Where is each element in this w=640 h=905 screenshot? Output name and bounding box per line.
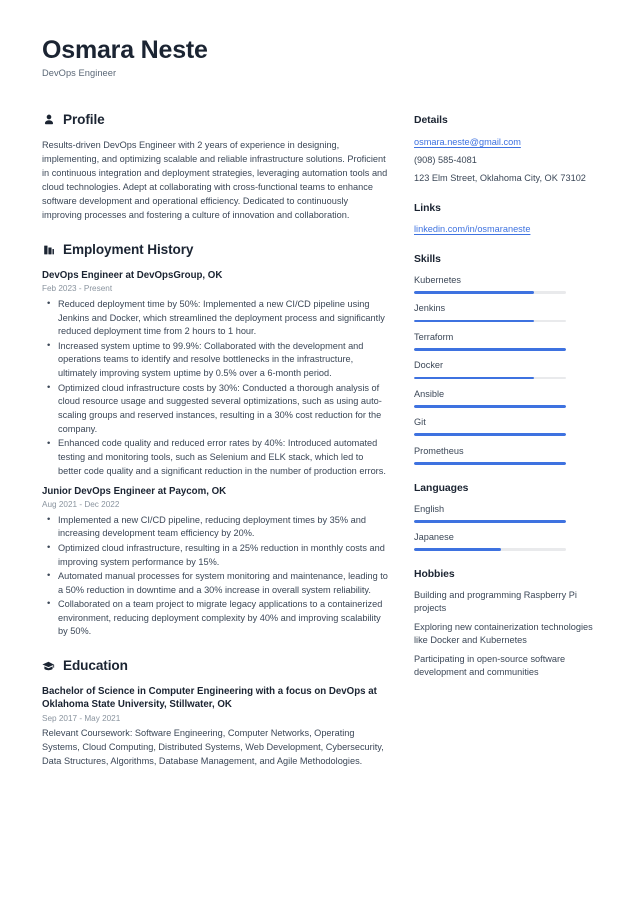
job-bullet: Optimized cloud infrastructure, resultin… xyxy=(42,541,388,570)
education-entry: Bachelor of Science in Computer Engineer… xyxy=(42,685,388,768)
language-item: Japanese xyxy=(414,531,608,551)
skill-bar-track xyxy=(414,376,566,380)
job-bullet: Optimized cloud infrastructure costs by … xyxy=(42,381,388,437)
profile-heading: Profile xyxy=(42,110,388,130)
skill-bar-track xyxy=(414,291,566,294)
employment-heading: Employment History xyxy=(42,240,388,260)
job-date: Aug 2021 - Dec 2022 xyxy=(42,500,120,510)
degree-note: Relevant Coursework: Software Engineerin… xyxy=(42,728,384,766)
job-bullet: Increased system uptime to 99.9%: Collab… xyxy=(42,339,388,381)
skill-bar-fill xyxy=(414,348,566,351)
employment-title: Employment History xyxy=(63,242,194,258)
skill-bar-track xyxy=(414,405,566,408)
skill-label: Jenkins xyxy=(414,303,446,314)
section-employment: Employment History DevOps Engineer at De… xyxy=(42,240,388,639)
hobby-item: Building and programming Raspberry Pi pr… xyxy=(414,590,577,614)
skill-bar-track xyxy=(414,461,566,465)
candidate-job-title: DevOps Engineer xyxy=(42,68,117,78)
briefcase-icon xyxy=(42,243,55,257)
skill-label: Prometheus xyxy=(414,445,464,456)
languages-title: Languages xyxy=(414,482,469,494)
skill-label: Git xyxy=(414,417,426,428)
user-icon xyxy=(42,113,55,127)
skill-bar-fill xyxy=(414,405,566,408)
skill-label: Terraform xyxy=(414,331,454,342)
profile-title: Profile xyxy=(63,112,105,128)
education-heading: Education xyxy=(42,656,388,676)
profile-text: Results-driven DevOps Engineer with 2 ye… xyxy=(42,140,388,221)
address-line: 123 Elm Street, Oklahoma City, OK 73102 xyxy=(414,172,586,183)
language-bar-track xyxy=(414,548,566,551)
degree-date: Sep 2017 - May 2021 xyxy=(42,713,121,723)
skill-item: Kubernetes xyxy=(414,274,608,294)
skill-item: Git xyxy=(414,416,608,437)
skill-bar-track xyxy=(414,319,566,323)
job-bullet: Collaborated on a team project to migrat… xyxy=(42,597,388,639)
language-label: Japanese xyxy=(414,532,454,543)
skill-bar-track xyxy=(414,433,566,437)
job-bullet-list: Reduced deployment time by 50%: Implemen… xyxy=(42,297,388,479)
graduation-cap-icon xyxy=(42,659,55,673)
email-line: osmara.neste@gmail.com xyxy=(414,136,608,149)
skill-bar-fill xyxy=(414,433,566,437)
resume-columns: Profile Results-driven DevOps Engineer w… xyxy=(42,110,608,785)
main-column: Profile Results-driven DevOps Engineer w… xyxy=(42,110,414,785)
email-link[interactable]: osmara.neste@gmail.com xyxy=(414,136,521,149)
sidebar-skills: Skills Kubernetes Jenkins Terraform Dock… xyxy=(414,252,608,465)
skill-bar-fill xyxy=(414,319,535,323)
skill-item: Ansible xyxy=(414,388,608,408)
skill-bar-fill xyxy=(414,376,535,380)
skill-bar-fill xyxy=(414,291,535,294)
job-title: DevOps Engineer at DevOpsGroup, OK xyxy=(42,269,223,281)
job-bullet-list: Implemented a new CI/CD pipeline, reduci… xyxy=(42,513,388,640)
skill-item: Docker xyxy=(414,359,608,380)
sidebar-hobbies: Hobbies Building and programming Raspber… xyxy=(414,567,608,679)
language-bar-fill xyxy=(414,548,501,551)
linkedin-link[interactable]: linkedin.com/in/osmaraneste xyxy=(414,223,530,236)
skill-label: Docker xyxy=(414,360,444,371)
sidebar-column: Details osmara.neste@gmail.com (908) 585… xyxy=(414,110,608,695)
skill-item: Jenkins xyxy=(414,302,608,323)
language-item: English xyxy=(414,503,608,523)
hobby-item: Exploring new containerization technolog… xyxy=(414,622,593,646)
job-bullet: Enhanced code quality and reduced error … xyxy=(42,437,388,478)
details-title: Details xyxy=(414,115,448,127)
job-bullet: Automated manual processes for system mo… xyxy=(42,569,388,598)
skills-title: Skills xyxy=(414,253,441,265)
job-bullet: Reduced deployment time by 50%: Implemen… xyxy=(42,297,388,339)
links-title: Links xyxy=(414,202,441,214)
sidebar-languages: Languages English Japanese xyxy=(414,481,608,551)
resume-page: Osmara Neste DevOps Engineer Profile Res… xyxy=(0,0,640,905)
job-title: Junior DevOps Engineer at Paycom, OK xyxy=(42,485,227,497)
section-profile: Profile Results-driven DevOps Engineer w… xyxy=(42,110,388,223)
job-bullet: Implemented a new CI/CD pipeline, reduci… xyxy=(42,513,388,542)
link-line: linkedin.com/in/osmaraneste xyxy=(414,223,608,236)
education-title: Education xyxy=(63,658,128,674)
sidebar-links: Links linkedin.com/in/osmaraneste xyxy=(414,201,608,236)
skill-label: Kubernetes xyxy=(414,274,461,285)
sidebar-details: Details osmara.neste@gmail.com (908) 585… xyxy=(414,113,608,184)
employment-entry: DevOps Engineer at DevOpsGroup, OK Feb 2… xyxy=(42,269,388,479)
degree-title: Bachelor of Science in Computer Engineer… xyxy=(42,685,377,711)
resume-header: Osmara Neste DevOps Engineer xyxy=(42,36,608,80)
candidate-name: Osmara Neste xyxy=(42,36,208,64)
hobbies-title: Hobbies xyxy=(414,568,455,580)
section-education: Education Bachelor of Science in Compute… xyxy=(42,656,388,768)
skill-label: Ansible xyxy=(414,388,445,399)
skill-item: Prometheus xyxy=(414,445,608,465)
language-label: English xyxy=(414,503,445,514)
hobby-item: Participating in open-source software de… xyxy=(414,654,566,678)
phone-line: (908) 585-4081 xyxy=(414,154,477,165)
skill-bar-track xyxy=(414,348,566,351)
language-bar-track xyxy=(414,519,566,523)
language-bar-fill xyxy=(414,519,566,523)
skill-item: Terraform xyxy=(414,331,608,351)
employment-entry: Junior DevOps Engineer at Paycom, OK Aug… xyxy=(42,485,388,640)
job-date: Feb 2023 - Present xyxy=(42,284,113,294)
skill-bar-fill xyxy=(414,461,566,465)
